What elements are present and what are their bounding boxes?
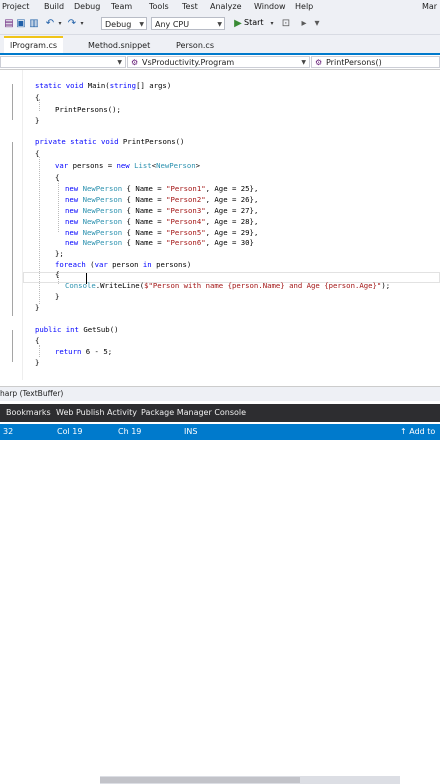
code-line: {: [35, 336, 40, 345]
redo-dropdown-icon[interactable]: ▾: [76, 18, 88, 30]
add-to-source-control[interactable]: ↑ Add to: [400, 427, 435, 436]
class-icon: ⚙: [131, 58, 139, 67]
navigation-bar: ▼ ⚙ VsProductivity.Program ▼ ⚙ PrintPers…: [0, 55, 440, 70]
tab-method-snippet[interactable]: Method.snippet: [82, 38, 156, 53]
editor-bottom-bar: harp (TextBuffer): [0, 386, 440, 784]
code-line: new NewPerson { Name = "Person1", Age = …: [65, 184, 259, 193]
menu-account[interactable]: Mar: [422, 2, 437, 11]
tab-bookmarks[interactable]: Bookmarks: [6, 408, 51, 417]
code-line: }: [55, 292, 60, 301]
start-play-icon[interactable]: ▶: [232, 18, 244, 30]
menu-test[interactable]: Test: [182, 2, 198, 11]
status-column: Col 19: [57, 427, 83, 436]
code-line: PrintPersons();: [55, 105, 121, 114]
code-line: public int GetSub(): [35, 325, 119, 334]
menu-build[interactable]: Build: [44, 2, 64, 11]
status-bar: 32 Col 19 Ch 19 INS ↑ Add to: [0, 424, 440, 440]
solution-platform-value: Any CPU: [155, 20, 190, 29]
start-dropdown-icon[interactable]: ▾: [266, 18, 278, 30]
code-line: {: [55, 173, 60, 182]
menu-project[interactable]: Project: [2, 2, 29, 11]
code-line: {: [35, 149, 40, 158]
menu-team[interactable]: Team: [111, 2, 132, 11]
step-icon[interactable]: ▸: [298, 18, 310, 30]
tab-label: Person.cs: [176, 41, 214, 50]
code-line: {: [55, 270, 60, 279]
undo-dropdown-icon[interactable]: ▾: [54, 18, 66, 30]
document-tab-strip: lProgram.cs Method.snippet Person.cs: [0, 35, 440, 55]
code-line: foreach (var person in persons): [55, 260, 192, 269]
menu-bar: Project Build Debug Team Tools Test Anal…: [0, 0, 440, 14]
horizontal-scrollbar[interactable]: [100, 776, 400, 784]
tab-program-cs[interactable]: lProgram.cs: [4, 36, 64, 53]
menu-window[interactable]: Window: [254, 2, 286, 11]
project-select[interactable]: ▼: [0, 56, 126, 68]
solution-configuration-select[interactable]: Debug ▼: [101, 17, 147, 30]
code-line: new NewPerson { Name = "Person4", Age = …: [65, 217, 259, 226]
method-icon: ⚙: [315, 58, 323, 67]
menu-debug[interactable]: Debug: [74, 2, 100, 11]
code-editor[interactable]: static void Main(string[] args) { PrintPer…: [0, 70, 440, 380]
save-icon[interactable]: ▣: [15, 18, 27, 30]
code-line: new NewPerson { Name = "Person6", Age = …: [65, 238, 254, 247]
attach-icon[interactable]: ⊡: [280, 18, 292, 30]
indent-guide: [39, 157, 40, 304]
class-value: VsProductivity.Program: [142, 58, 235, 67]
tab-web-publish-activity[interactable]: Web Publish Activity: [56, 408, 137, 417]
code-line: var persons = new List<NewPerson>: [55, 161, 201, 170]
start-button[interactable]: Start: [244, 18, 264, 27]
status-line: 32: [3, 427, 14, 436]
scrollbar-thumb[interactable]: [100, 777, 300, 783]
code-line: return 6 - 5;: [55, 347, 113, 356]
new-file-icon[interactable]: ▤: [3, 18, 15, 30]
tab-package-manager-console[interactable]: Package Manager Console: [141, 408, 246, 417]
code-line: };: [55, 249, 64, 258]
chevron-down-icon: ▼: [139, 21, 144, 28]
tab-person-cs[interactable]: Person.cs: [170, 38, 220, 53]
code-line: Console.WriteLine($"Person with name {pe…: [65, 281, 391, 290]
code-line: }: [35, 303, 40, 312]
status-insert-mode: INS: [184, 427, 198, 436]
toolbar-overflow-icon[interactable]: ▾: [311, 18, 323, 30]
code-line: private static void PrintPersons(): [35, 137, 185, 146]
chevron-down-icon: ▼: [217, 21, 222, 28]
save-all-icon[interactable]: ▥: [28, 18, 40, 30]
standard-toolbar: ▤ ▣ ▥ ↶ ▾ ↷ ▾ Debug ▼ Any CPU ▼ ▶ Start …: [0, 14, 440, 35]
code-line: new NewPerson { Name = "Person2", Age = …: [65, 195, 259, 204]
indent-guide: [58, 180, 59, 232]
code-line: {: [35, 93, 40, 102]
code-line: }: [35, 116, 40, 125]
tab-label: Method.snippet: [88, 41, 151, 50]
indent-guide: [39, 345, 40, 357]
tool-window-tabs: Bookmarks Web Publish Activity Package M…: [0, 404, 440, 422]
outline-bracket: [12, 142, 13, 316]
class-select[interactable]: ⚙ VsProductivity.Program ▼: [127, 56, 310, 68]
buffer-indicator[interactable]: harp (TextBuffer): [0, 389, 63, 398]
code-line: }: [35, 358, 40, 367]
solution-configuration-value: Debug: [105, 20, 132, 29]
menu-tools[interactable]: Tools: [149, 2, 169, 11]
outline-bracket: [12, 330, 13, 362]
code-line: static void Main(string[] args): [35, 81, 172, 90]
menu-analyze[interactable]: Analyze: [210, 2, 242, 11]
outline-bracket: [12, 84, 13, 120]
member-value: PrintPersons(): [326, 58, 382, 67]
member-select[interactable]: ⚙ PrintPersons(): [311, 56, 440, 68]
chevron-down-icon: ▼: [301, 59, 306, 66]
menu-help[interactable]: Help: [295, 2, 313, 11]
status-char: Ch 19: [118, 427, 142, 436]
code-line: new NewPerson { Name = "Person3", Age = …: [65, 206, 259, 215]
tab-label: lProgram.cs: [10, 41, 58, 50]
solution-platform-select[interactable]: Any CPU ▼: [151, 17, 225, 30]
chevron-down-icon: ▼: [117, 59, 122, 66]
